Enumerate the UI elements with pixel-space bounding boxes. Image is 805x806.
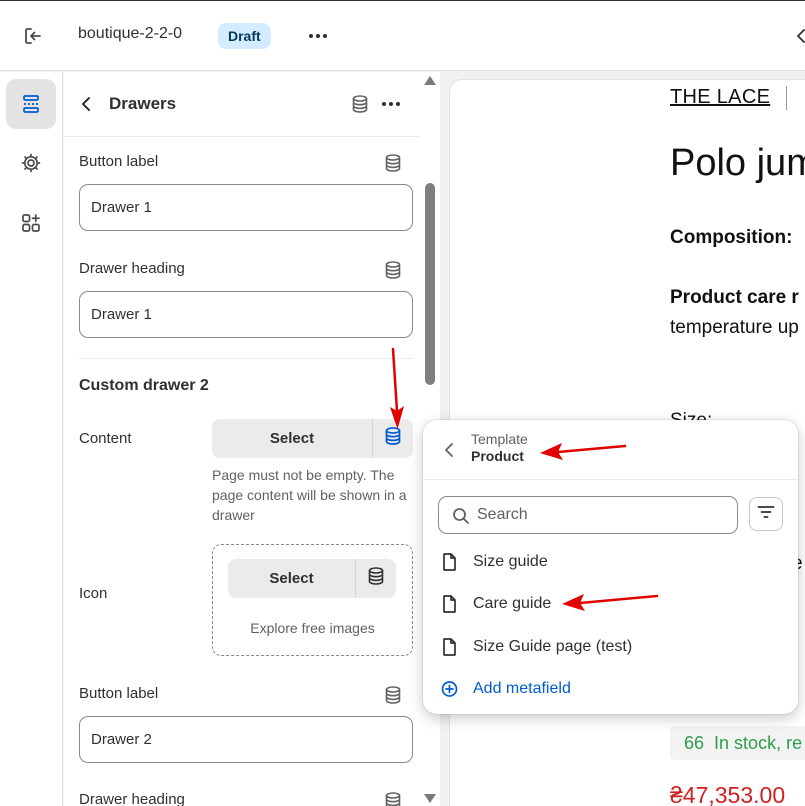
content-help-text: Page must not be empty. The page content… bbox=[212, 467, 407, 523]
list-item[interactable]: Care guide bbox=[441, 587, 781, 621]
filter-icon bbox=[757, 505, 775, 524]
content-select-button[interactable]: Select bbox=[212, 419, 372, 458]
product-title: Polo jum bbox=[670, 142, 805, 184]
drawer-heading-1-field[interactable]: Drawer 1 bbox=[79, 291, 413, 338]
store-logo[interactable]: THE LACE bbox=[670, 86, 770, 109]
more-horizontal-icon[interactable] bbox=[380, 94, 402, 114]
database-icon bbox=[384, 426, 402, 451]
status-badge: Draft bbox=[218, 23, 271, 49]
product-care-text: temperature up bbox=[670, 317, 799, 338]
scroll-down-arrow-icon[interactable] bbox=[424, 794, 436, 803]
theme-name[interactable]: boutique-2-2-0 bbox=[78, 25, 182, 43]
gear-icon[interactable] bbox=[6, 138, 56, 188]
product-care-label: Product care r bbox=[670, 287, 799, 308]
scroll-up-arrow-icon[interactable] bbox=[424, 76, 436, 85]
panel-title: Drawers bbox=[109, 94, 177, 113]
explore-free-images-link[interactable]: Explore free images bbox=[213, 620, 412, 636]
breadcrumb-parent: Template bbox=[471, 431, 528, 447]
plus-circle-icon bbox=[441, 679, 458, 699]
back-chevron-icon[interactable] bbox=[443, 441, 457, 459]
section-title: Custom drawer 2 bbox=[79, 377, 209, 394]
database-icon[interactable] bbox=[384, 791, 402, 806]
breadcrumb-current: Product bbox=[471, 448, 524, 464]
button-label-1-label: Button label bbox=[79, 153, 159, 170]
exit-icon[interactable] bbox=[20, 24, 46, 48]
database-icon[interactable] bbox=[384, 260, 402, 280]
icon-label: Icon bbox=[79, 585, 108, 602]
stock-text: In stock, re bbox=[714, 733, 803, 753]
drawer-heading-1-label: Drawer heading bbox=[79, 260, 185, 277]
left-rail bbox=[0, 72, 63, 806]
settings-panel: Drawers Button label Drawer 1 Drawer hea… bbox=[64, 72, 440, 806]
dynamic-source-popover: Template Product Size guide Care guide S… bbox=[423, 420, 798, 714]
search-box bbox=[438, 496, 738, 534]
image-picker: Select Explore free images bbox=[212, 544, 413, 656]
add-metafield-label: Add metafield bbox=[473, 680, 571, 697]
add-metafield-button[interactable]: Add metafield bbox=[441, 672, 781, 706]
database-icon[interactable] bbox=[351, 94, 369, 114]
window-edge bbox=[0, 0, 805, 1]
stock-status: 66 In stock, re bbox=[670, 726, 805, 760]
connect-dynamic-source-button[interactable] bbox=[372, 419, 413, 458]
list-item[interactable]: Size Guide page (test) bbox=[441, 630, 781, 664]
search-input[interactable] bbox=[477, 505, 727, 525]
scroll-thumb[interactable] bbox=[425, 183, 435, 385]
back-chevron-icon[interactable] bbox=[78, 94, 96, 114]
header-divider bbox=[786, 86, 787, 110]
button-label-1-field[interactable]: Drawer 1 bbox=[79, 184, 413, 231]
database-icon[interactable] bbox=[384, 685, 402, 705]
database-icon[interactable] bbox=[384, 153, 402, 173]
list-item[interactable]: Size guide bbox=[441, 545, 781, 579]
page-icon bbox=[441, 594, 458, 614]
content-label: Content bbox=[79, 430, 132, 447]
list-item-label: Care guide bbox=[473, 595, 552, 612]
apps-icon[interactable] bbox=[6, 198, 56, 248]
chevron-left-icon[interactable] bbox=[795, 27, 805, 45]
list-item-label: Size Guide page (test) bbox=[473, 638, 633, 655]
popover-divider bbox=[423, 479, 798, 480]
section-divider bbox=[79, 358, 413, 359]
filter-button[interactable] bbox=[749, 497, 783, 531]
top-bar: boutique-2-2-0 Draft bbox=[0, 0, 805, 71]
panel-header: Drawers bbox=[64, 72, 420, 137]
page-icon bbox=[441, 637, 458, 657]
search-icon bbox=[451, 506, 471, 526]
list-item-label: Size guide bbox=[473, 553, 548, 570]
more-horizontal-icon[interactable] bbox=[303, 24, 333, 48]
database-icon bbox=[367, 566, 385, 591]
button-label-2-label: Button label bbox=[79, 685, 159, 702]
stock-count: 66 bbox=[684, 733, 705, 753]
connect-dynamic-source-button[interactable] bbox=[355, 559, 396, 598]
button-label-2-field[interactable]: Drawer 2 bbox=[79, 716, 413, 763]
page-icon bbox=[441, 552, 458, 572]
image-select-button[interactable]: Select bbox=[228, 559, 355, 598]
composition-label: Composition: bbox=[670, 227, 793, 248]
product-price: ₴47,353.00 bbox=[670, 782, 786, 806]
sections-icon[interactable] bbox=[6, 79, 56, 129]
drawer-heading-2-label: Drawer heading bbox=[79, 791, 185, 806]
